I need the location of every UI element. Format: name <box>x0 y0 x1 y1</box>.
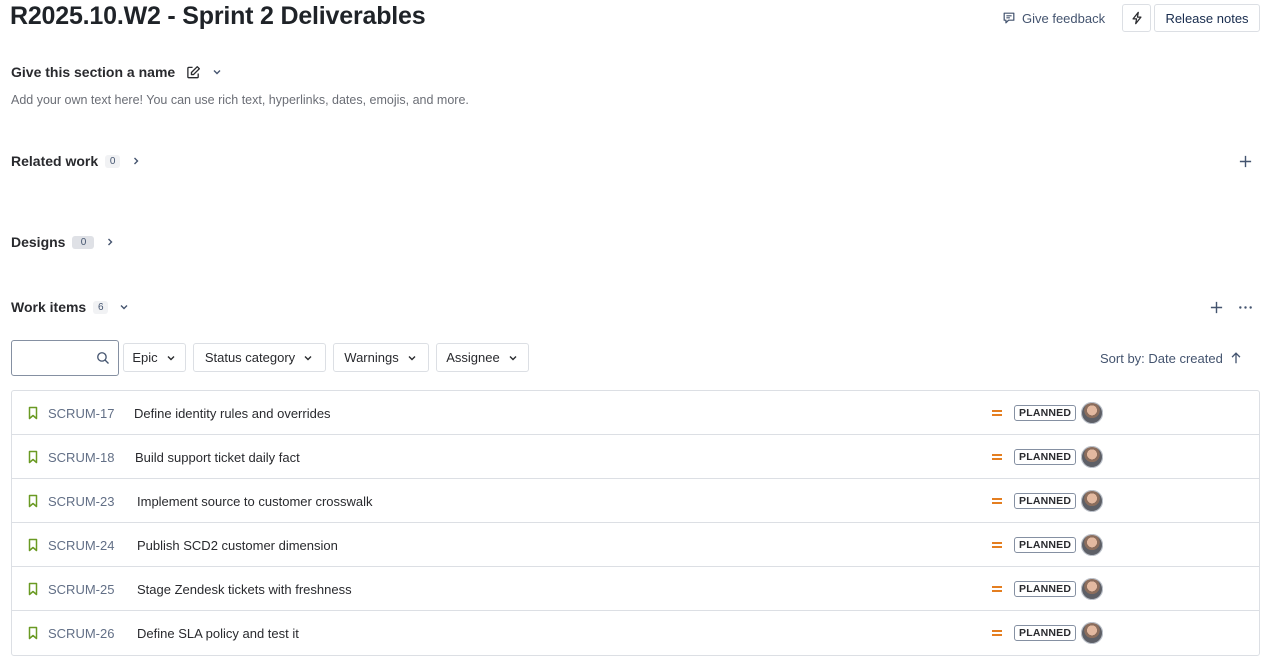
assignee-avatar[interactable] <box>1081 622 1103 644</box>
related-work-label: Related work <box>11 153 99 169</box>
feedback-icon <box>1002 11 1016 25</box>
work-item-key[interactable]: SCRUM-25 <box>48 582 114 597</box>
more-actions-button[interactable] <box>1237 300 1254 315</box>
work-items-header[interactable]: Work items 6 <box>11 299 130 315</box>
medium-priority-icon <box>991 408 1003 418</box>
work-item-row[interactable]: SCRUM-25 Stage Zendesk tickets with fres… <box>12 567 1259 611</box>
medium-priority-icon <box>991 452 1003 462</box>
chevron-right-icon[interactable] <box>130 155 142 167</box>
work-items-count: 6 <box>93 300 109 314</box>
medium-priority-icon <box>991 584 1003 594</box>
chevron-down-icon <box>302 352 314 364</box>
automation-button[interactable] <box>1122 4 1151 32</box>
work-item-summary[interactable]: Publish SCD2 customer dimension <box>137 538 338 553</box>
medium-priority-icon <box>991 628 1003 638</box>
work-items-list: SCRUM-17 Define identity rules and overr… <box>11 390 1260 656</box>
story-bookmark-icon <box>27 450 39 464</box>
sort-label: Sort by: Date created <box>1100 350 1223 366</box>
work-item-summary[interactable]: Define SLA policy and test it <box>137 626 299 641</box>
status-lozenge[interactable]: PLANNED <box>1014 405 1077 421</box>
give-feedback-label: Give feedback <box>1022 10 1106 26</box>
designs-count: 0 <box>72 235 95 249</box>
work-item-row[interactable]: SCRUM-24 Publish SCD2 customer dimension… <box>12 523 1259 567</box>
chevron-down-icon <box>406 352 418 364</box>
status-lozenge[interactable]: PLANNED <box>1014 493 1077 509</box>
assignee-filter-button[interactable]: Assignee <box>436 343 529 372</box>
add-work-item-button[interactable] <box>1209 300 1224 315</box>
work-item-key[interactable]: SCRUM-23 <box>48 494 114 509</box>
epic-filter-label: Epic <box>132 350 158 365</box>
page-title: R2025.10.W2 - Sprint 2 Deliverables <box>10 2 426 30</box>
work-item-summary[interactable]: Define identity rules and overrides <box>134 406 331 421</box>
work-item-summary[interactable]: Stage Zendesk tickets with freshness <box>137 582 352 597</box>
chevron-down-icon <box>165 352 177 364</box>
warnings-filter-label: Warnings <box>344 350 399 365</box>
status-lozenge[interactable]: PLANNED <box>1014 449 1077 465</box>
search-input[interactable] <box>18 349 94 367</box>
related-work-header[interactable]: Related work 0 <box>11 153 142 169</box>
designs-header[interactable]: Designs 0 <box>11 234 116 250</box>
story-bookmark-icon <box>27 582 39 596</box>
status-category-filter-button[interactable]: Status category <box>193 343 326 372</box>
work-item-key[interactable]: SCRUM-26 <box>48 626 114 641</box>
work-item-key[interactable]: SCRUM-18 <box>48 450 114 465</box>
work-item-row[interactable]: SCRUM-23 Implement source to customer cr… <box>12 479 1259 523</box>
section-description[interactable]: Add your own text here! You can use rich… <box>11 93 469 107</box>
search-field[interactable] <box>11 340 119 376</box>
story-bookmark-icon <box>27 406 39 420</box>
give-feedback-button[interactable]: Give feedback <box>996 5 1111 31</box>
medium-priority-icon <box>991 496 1003 506</box>
epic-filter-button[interactable]: Epic <box>123 343 186 372</box>
edit-icon[interactable] <box>186 65 201 80</box>
story-bookmark-icon <box>27 538 39 552</box>
medium-priority-icon <box>991 540 1003 550</box>
assignee-avatar[interactable] <box>1081 490 1103 512</box>
work-item-summary[interactable]: Implement source to customer crosswalk <box>137 494 373 509</box>
work-item-row[interactable]: SCRUM-18 Build support ticket daily fact… <box>12 435 1259 479</box>
lightning-icon <box>1130 11 1144 25</box>
sort-button[interactable]: Sort by: Date created <box>1100 346 1243 370</box>
designs-label: Designs <box>11 234 66 250</box>
chevron-down-icon <box>507 352 519 364</box>
work-item-row[interactable]: SCRUM-17 Define identity rules and overr… <box>12 391 1259 435</box>
assignee-avatar[interactable] <box>1081 578 1103 600</box>
section-name-text[interactable]: Give this section a name <box>11 64 175 80</box>
work-item-key[interactable]: SCRUM-24 <box>48 538 114 553</box>
assignee-avatar[interactable] <box>1081 534 1103 556</box>
chevron-down-icon[interactable] <box>211 66 223 78</box>
related-work-count: 0 <box>105 154 121 168</box>
arrow-up-icon <box>1229 351 1243 365</box>
story-bookmark-icon <box>27 626 39 640</box>
search-icon <box>96 351 110 365</box>
story-bookmark-icon <box>27 494 39 508</box>
chevron-down-icon[interactable] <box>118 301 130 313</box>
assignee-avatar[interactable] <box>1081 446 1103 468</box>
status-lozenge[interactable]: PLANNED <box>1014 581 1077 597</box>
status-lozenge[interactable]: PLANNED <box>1014 537 1077 553</box>
plus-icon <box>1209 300 1224 315</box>
status-lozenge[interactable]: PLANNED <box>1014 625 1077 641</box>
plus-icon <box>1238 154 1253 169</box>
work-item-row[interactable]: SCRUM-26 Define SLA policy and test it P… <box>12 611 1259 655</box>
add-related-work-button[interactable] <box>1238 154 1253 169</box>
more-icon <box>1237 300 1254 315</box>
work-item-summary[interactable]: Build support ticket daily fact <box>135 450 300 465</box>
work-item-key[interactable]: SCRUM-17 <box>48 406 114 421</box>
assignee-avatar[interactable] <box>1081 402 1103 424</box>
assignee-filter-label: Assignee <box>446 350 500 365</box>
release-notes-button[interactable]: Release notes <box>1154 4 1260 32</box>
warnings-filter-button[interactable]: Warnings <box>333 343 429 372</box>
section-name-heading: Give this section a name <box>11 64 223 80</box>
chevron-right-icon[interactable] <box>104 236 116 248</box>
status-category-filter-label: Status category <box>204 350 296 365</box>
work-items-label: Work items <box>11 299 87 315</box>
